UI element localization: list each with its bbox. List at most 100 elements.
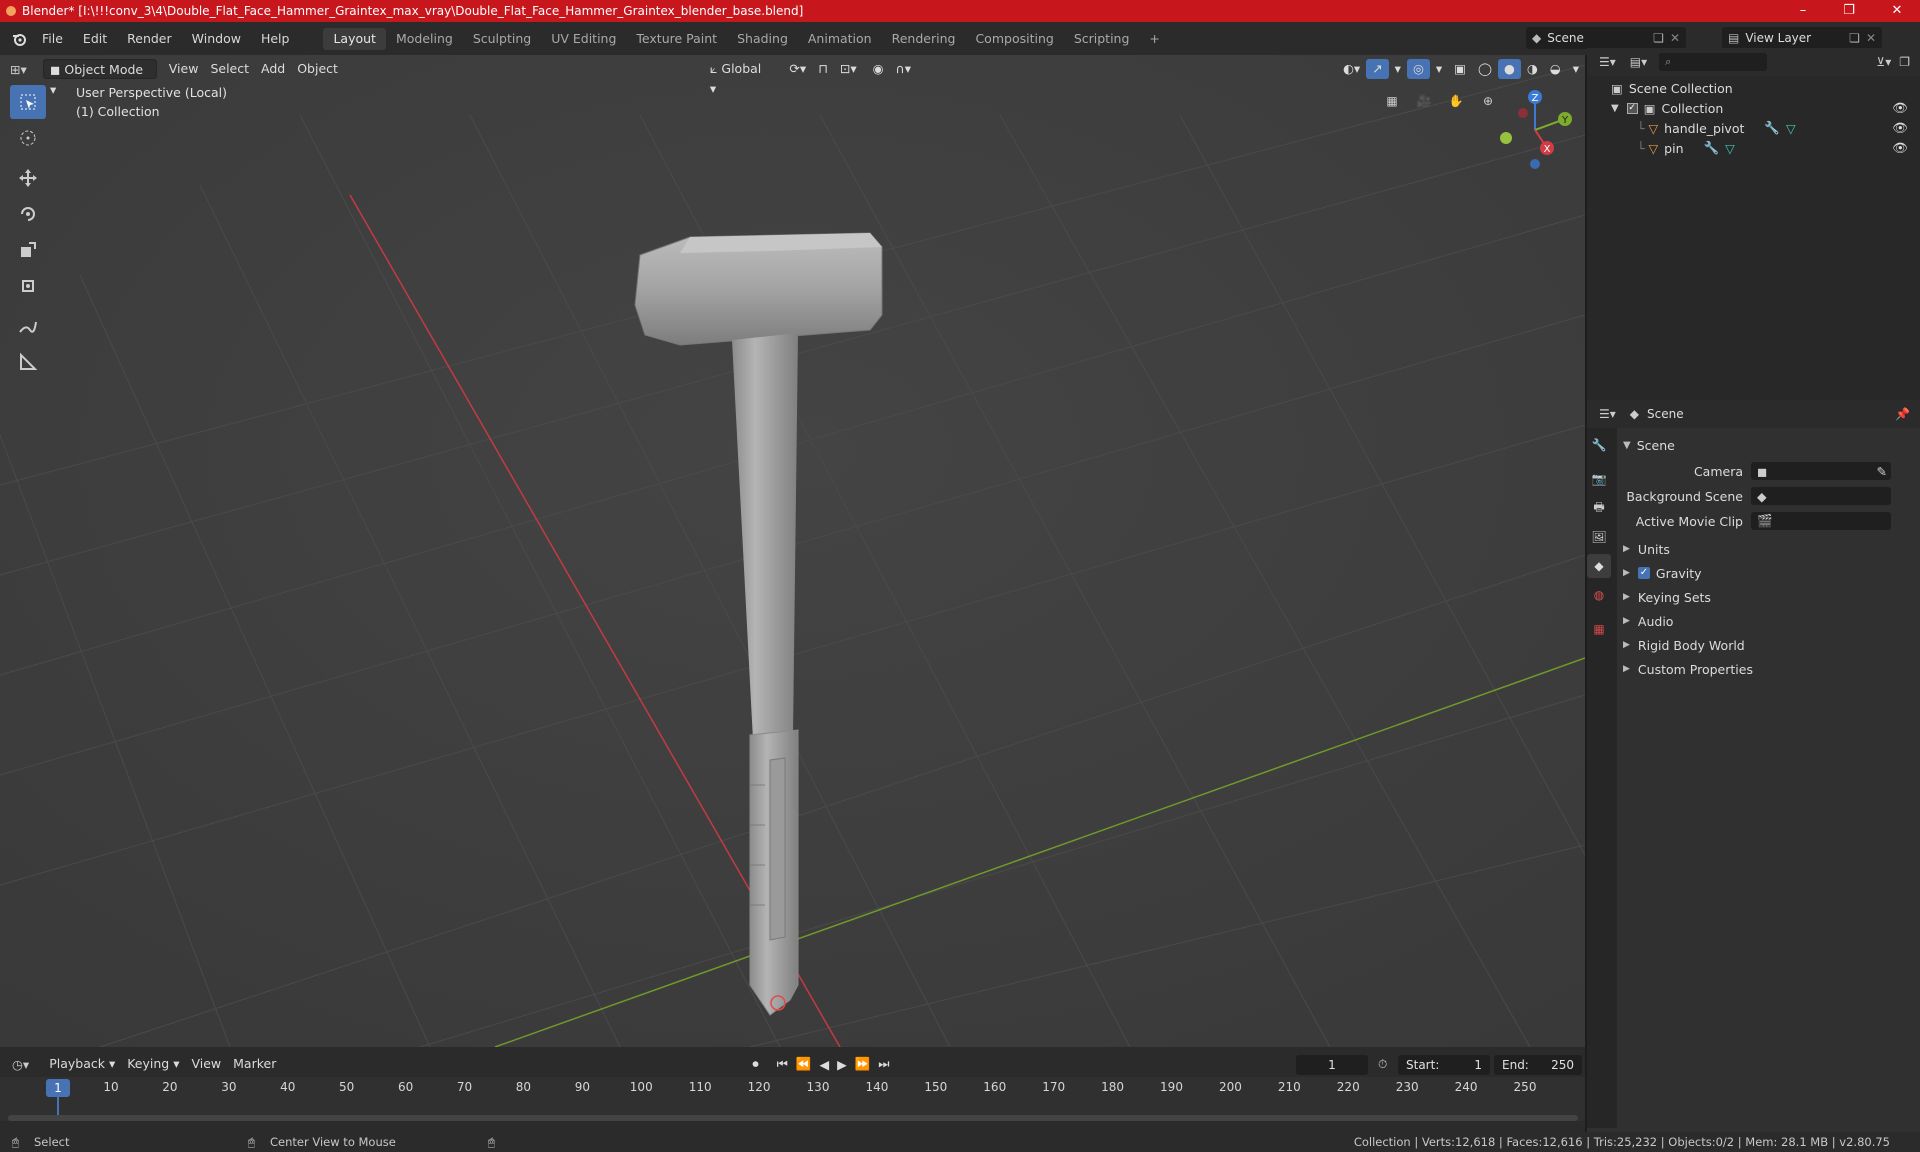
- scene-panel-header[interactable]: ▼ Scene: [1623, 434, 1920, 456]
- section-gravity[interactable]: ▶ ✓ Gravity: [1623, 562, 1920, 584]
- tab-animation[interactable]: Animation: [798, 28, 882, 50]
- grid-view-icon[interactable]: ▦: [1380, 89, 1404, 113]
- falloff-icon[interactable]: ∩▾: [890, 59, 917, 79]
- outliner-collection[interactable]: ▼ ✓ ▣ Collection 👁: [1587, 98, 1920, 118]
- start-frame-input[interactable]: Start: 1: [1398, 1055, 1490, 1075]
- menu-window[interactable]: Window: [182, 31, 251, 46]
- eyedropper-icon[interactable]: ✎: [1877, 464, 1887, 479]
- timeline-area[interactable]: 10 20 30 40 50 60 70 80 90 100 110 120 130 140 150 160 1…: [0, 1077, 1585, 1121]
- select-box-tool-icon[interactable]: [10, 85, 46, 119]
- keying-menu[interactable]: Keying ▾: [121, 1054, 185, 1074]
- end-frame-input[interactable]: End: 250: [1494, 1055, 1582, 1075]
- output-tab-icon[interactable]: 🖶: [1587, 496, 1611, 520]
- jump-start-icon[interactable]: ⏮: [777, 1056, 788, 1072]
- menu-edit[interactable]: Edit: [73, 31, 117, 46]
- navigation-gizmo[interactable]: Z Y X: [1490, 85, 1580, 175]
- pan-hand-icon[interactable]: ✋: [1444, 89, 1468, 113]
- snap-icon[interactable]: ⊓: [812, 59, 834, 79]
- texture-tab-icon[interactable]: ▦: [1587, 617, 1611, 641]
- view-layer-selector[interactable]: ▤ View Layer ❏ ✕: [1722, 27, 1882, 49]
- section-audio[interactable]: ▶ Audio: [1623, 610, 1920, 632]
- render-tab-icon[interactable]: 📷: [1587, 467, 1611, 491]
- tab-layout[interactable]: Layout: [323, 27, 386, 50]
- scene-tab-icon[interactable]: ◆: [1587, 554, 1611, 578]
- orientation-dropdown[interactable]: ⟀ Global ▾: [704, 59, 775, 96]
- timeline-scrollbar[interactable]: [8, 1115, 1578, 1121]
- viewport-menu-add[interactable]: Add: [255, 59, 291, 79]
- measure-tool-icon[interactable]: [10, 345, 46, 379]
- jump-end-icon[interactable]: ⏭: [878, 1056, 889, 1072]
- world-tab-icon[interactable]: ◍: [1587, 583, 1611, 607]
- move-tool-icon[interactable]: [10, 161, 46, 195]
- gravity-checkbox[interactable]: ✓: [1637, 567, 1650, 579]
- timeline-editor-icon[interactable]: ◷▾: [12, 1057, 29, 1072]
- annotate-tool-icon[interactable]: [10, 309, 46, 343]
- maximize-button[interactable]: ❐: [1826, 0, 1872, 22]
- tab-uv-editing[interactable]: UV Editing: [541, 28, 626, 50]
- viewport-menu-object[interactable]: Object: [291, 59, 344, 79]
- gizmo-toggle-icon[interactable]: ↗: [1366, 59, 1389, 79]
- menu-help[interactable]: Help: [251, 31, 300, 46]
- tab-texture-paint[interactable]: Texture Paint: [626, 28, 727, 50]
- hammer-model[interactable]: [620, 225, 900, 1025]
- pivot-point-icon[interactable]: ⟳▾: [783, 59, 812, 79]
- solid-shading-icon[interactable]: ●: [1497, 59, 1521, 79]
- outliner-item-handle-pivot[interactable]: └ ▽ handle_pivot 🔧 ▽ 👁: [1587, 118, 1920, 138]
- delete-view-layer-icon[interactable]: ✕: [1866, 31, 1876, 45]
- modifier-wrench-icon[interactable]: 🔧: [1704, 140, 1720, 156]
- section-custom-properties[interactable]: ▶ Custom Properties: [1623, 658, 1920, 680]
- tab-compositing[interactable]: Compositing: [965, 28, 1063, 50]
- tab-sculpting[interactable]: Sculpting: [463, 28, 541, 50]
- rendered-shading-icon[interactable]: ◒: [1544, 59, 1567, 79]
- next-keyframe-icon[interactable]: ⏩: [855, 1056, 871, 1072]
- cursor-tool-icon[interactable]: [10, 121, 46, 155]
- outliner-search-input[interactable]: ⌕: [1659, 53, 1768, 71]
- current-frame-input[interactable]: 1: [1296, 1055, 1368, 1075]
- new-view-layer-icon[interactable]: ❏: [1849, 31, 1860, 45]
- rotate-tool-icon[interactable]: [10, 197, 46, 231]
- shading-dropdown-icon[interactable]: ▾: [1567, 59, 1585, 79]
- camera-input[interactable]: ◼ ✎: [1751, 462, 1891, 480]
- tab-shading[interactable]: Shading: [727, 28, 798, 50]
- viewport-menu-select[interactable]: Select: [204, 59, 255, 79]
- new-scene-icon[interactable]: ❏: [1653, 31, 1664, 45]
- viewport-menu-view[interactable]: View: [163, 59, 205, 79]
- tab-modeling[interactable]: Modeling: [386, 28, 463, 50]
- record-icon[interactable]: ⏺: [752, 1056, 758, 1072]
- stopwatch-icon[interactable]: ⏱: [1378, 1057, 1387, 1072]
- visibility-icon[interactable]: ◐▾: [1337, 59, 1366, 79]
- proportional-edit-icon[interactable]: ◉: [867, 59, 890, 79]
- outliner-item-pin[interactable]: └ ▽ pin 🔧 ▽ 👁: [1587, 138, 1920, 158]
- transform-tool-icon[interactable]: [10, 269, 46, 303]
- section-keying-sets[interactable]: ▶ Keying Sets: [1623, 586, 1920, 608]
- menu-file[interactable]: File: [32, 31, 73, 46]
- snap-target-icon[interactable]: ⊡▾: [834, 59, 863, 79]
- section-units[interactable]: ▶ Units: [1623, 538, 1920, 560]
- outliner-scene-collection[interactable]: ▣ Scene Collection: [1587, 78, 1920, 98]
- properties-editor-icon[interactable]: ☰▾: [1599, 407, 1616, 421]
- minimize-button[interactable]: –: [1780, 0, 1826, 22]
- wireframe-shading-icon[interactable]: ◯: [1472, 59, 1498, 79]
- playhead-frame-indicator[interactable]: 1: [46, 1079, 70, 1097]
- eye-icon[interactable]: 👁: [1892, 140, 1908, 156]
- scale-tool-icon[interactable]: [10, 233, 46, 267]
- outliner-editor-icon[interactable]: ☰▾: [1599, 55, 1616, 69]
- expand-arrow-icon[interactable]: ▼: [1611, 103, 1619, 114]
- modifier-wrench-icon[interactable]: 🔧: [1764, 120, 1780, 136]
- new-collection-icon[interactable]: ❐: [1899, 55, 1910, 69]
- editor-type-icon[interactable]: ⊞▾: [10, 62, 37, 77]
- add-workspace-icon[interactable]: +: [1139, 28, 1169, 50]
- play-icon[interactable]: ▶: [837, 1057, 847, 1072]
- camera-view-icon[interactable]: 🎥: [1412, 89, 1436, 113]
- 3d-viewport[interactable]: ⊞▾ ◼ Object Mode ▾ View Select Add Objec…: [0, 55, 1585, 1047]
- gizmo-dropdown-icon[interactable]: ▾: [1389, 59, 1407, 79]
- overlay-dropdown-icon[interactable]: ▾: [1430, 59, 1448, 79]
- overlay-toggle-icon[interactable]: ◎: [1406, 59, 1430, 79]
- xray-icon[interactable]: ▣: [1448, 59, 1472, 79]
- display-mode-icon[interactable]: ▤▾: [1630, 55, 1647, 69]
- background-scene-input[interactable]: ◆: [1751, 487, 1891, 505]
- prev-keyframe-icon[interactable]: ⏪: [796, 1056, 812, 1072]
- section-rigid-body-world[interactable]: ▶ Rigid Body World: [1623, 634, 1920, 656]
- tab-rendering[interactable]: Rendering: [882, 28, 966, 50]
- material-shading-icon[interactable]: ◑: [1521, 59, 1544, 79]
